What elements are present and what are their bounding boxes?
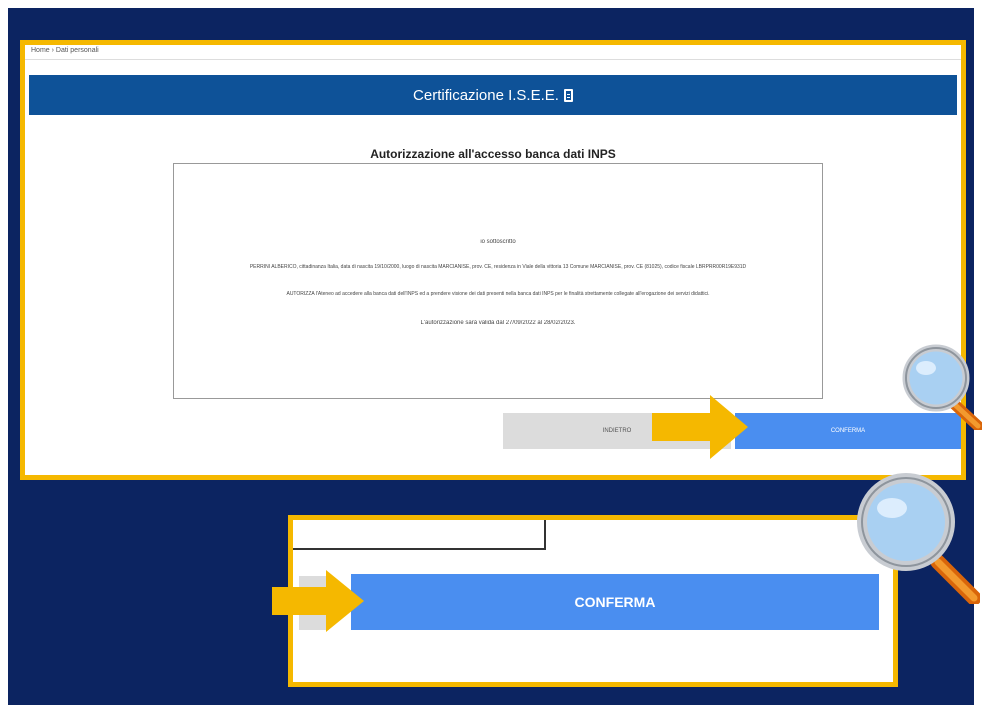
document-icon <box>563 88 573 102</box>
authorization-line: PERRINI ALBERICO, cittadinanza Italia, d… <box>249 264 747 270</box>
page-title-bar: Certificazione I.S.E.E. <box>29 75 957 115</box>
authorization-title: Autorizzazione all'accesso banca dati IN… <box>370 147 616 161</box>
zoomed-panel: CONFERMA <box>288 515 898 687</box>
arrow-right-icon <box>652 395 748 459</box>
divider <box>25 59 961 60</box>
confirm-button-zoomed[interactable]: CONFERMA <box>351 574 879 630</box>
magnifier-icon <box>902 344 982 430</box>
page-title: Certificazione I.S.E.E. <box>413 86 559 104</box>
authorization-box: io sottoscritto PERRINI ALBERICO, cittad… <box>173 163 823 399</box>
magnifier-icon <box>857 473 980 604</box>
authorization-line: io sottoscritto <box>480 239 516 245</box>
arrow-right-icon <box>272 570 364 632</box>
screenshot-panel: Home › Dati personali Certificazione I.S… <box>20 40 966 480</box>
authorization-line: L'autorizzazione sarà valida dal 27/09/2… <box>420 320 576 326</box>
authorization-line: AUTORIZZA l'Ateneo ad accedere alla banc… <box>286 291 710 297</box>
authorization-box-edge <box>293 520 546 550</box>
breadcrumb[interactable]: Home › Dati personali <box>31 47 99 54</box>
